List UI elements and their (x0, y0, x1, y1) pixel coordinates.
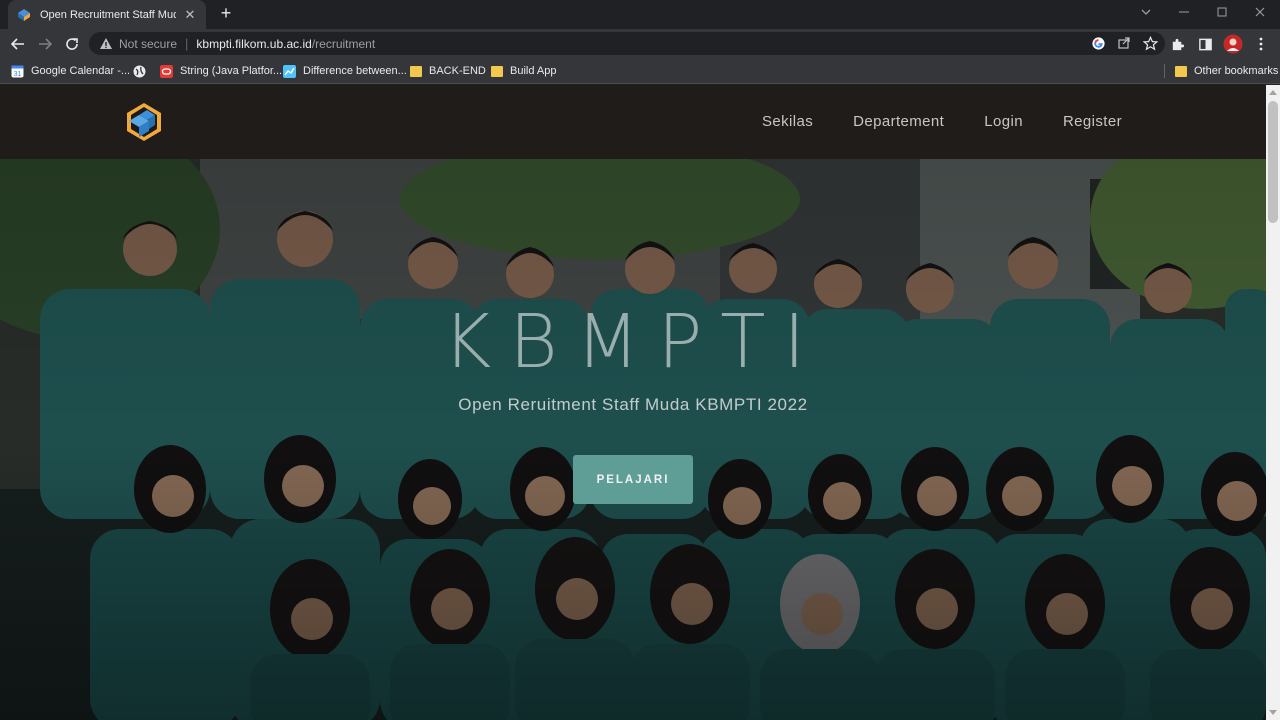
forward-icon[interactable] (34, 33, 56, 55)
tab-strip: Open Recruitment Staff Muda KBMPTI ✕ + (0, 0, 1280, 29)
tab-search-icon[interactable] (1136, 4, 1156, 24)
oracle-icon (160, 64, 173, 78)
page-viewport: Sekilas Departement Login Register KBMPT… (0, 85, 1280, 720)
scroll-down-arrow-icon[interactable] (1266, 706, 1280, 720)
hero-section: KBMPTI Open Reruitment Staff Muda KBMPTI… (0, 159, 1266, 720)
bookmark-folder-build-app[interactable]: Build App (491, 63, 556, 79)
bookmark-label: Build App (510, 65, 557, 77)
share-icon[interactable] (1115, 34, 1133, 52)
tab-title: Open Recruitment Staff Muda KBMPTI (40, 8, 176, 21)
hero-subtitle: Open Reruitment Staff Muda KBMPTI 2022 (458, 395, 808, 414)
extensions-icon[interactable] (1166, 33, 1188, 55)
google-lens-icon[interactable] (1089, 34, 1107, 52)
kbmpti-favicon-icon (18, 8, 30, 21)
reload-icon[interactable] (61, 33, 83, 55)
kbmpti-logo[interactable] (123, 101, 165, 143)
scroll-up-arrow-icon[interactable] (1266, 85, 1280, 99)
bookmark-google-calendar[interactable]: 31 Google Calendar -... (11, 63, 130, 79)
profile-avatar-icon[interactable] (1222, 33, 1244, 55)
nav-login[interactable]: Login (984, 113, 1023, 130)
hero-overlay (0, 159, 1266, 720)
url-separator: | (185, 36, 189, 51)
security-label: Not secure (119, 36, 178, 51)
minimize-icon[interactable] (1174, 4, 1194, 24)
bookmark-label: Google Calendar -... (31, 65, 131, 77)
back-icon[interactable] (7, 33, 29, 55)
site-navbar: Sekilas Departement Login Register (0, 85, 1266, 159)
browser-tab[interactable]: Open Recruitment Staff Muda KBMPTI ✕ (8, 0, 206, 29)
chart-icon (283, 64, 296, 78)
nav-register[interactable]: Register (1063, 113, 1122, 130)
bookmark-label: Difference between... (303, 65, 407, 77)
tab-close-icon[interactable]: ✕ (182, 7, 198, 23)
url-path: /recruitment (311, 36, 376, 51)
bookmark-label: Other bookmarks (1194, 65, 1279, 77)
close-window-icon[interactable] (1250, 4, 1270, 24)
bookmark-star-icon[interactable] (1141, 34, 1159, 52)
globe-icon (133, 65, 146, 77)
url-host: kbmpti.filkom.ub.ac.id (196, 36, 312, 51)
address-bar[interactable]: Not secure | kbmpti.filkom.ub.ac.id/recr… (89, 32, 1165, 55)
bookmark-globe[interactable] (133, 63, 153, 79)
bookmark-label: BACK-END (429, 65, 486, 77)
menu-kebab-icon[interactable] (1250, 33, 1272, 55)
nav-departement[interactable]: Departement (853, 113, 944, 130)
bookmark-label: String (Java Platfor... (180, 65, 283, 77)
bookmark-difference-between[interactable]: Difference between... (283, 63, 407, 79)
pelajari-button[interactable]: PELAJARI (573, 455, 693, 504)
google-calendar-icon: 31 (11, 65, 24, 78)
maximize-icon[interactable] (1212, 4, 1232, 24)
scrollbar-thumb[interactable] (1268, 101, 1278, 223)
main-menu: Sekilas Departement Login Register (762, 113, 1122, 130)
page-scrollbar[interactable] (1266, 85, 1280, 720)
bookmarks-divider (1164, 64, 1165, 78)
folder-icon (491, 65, 503, 77)
bookmark-folder-back-end[interactable]: BACK-END (410, 63, 486, 79)
browser-toolbar: Not secure | kbmpti.filkom.ub.ac.id/recr… (0, 29, 1280, 58)
new-tab-button[interactable]: + (216, 4, 236, 24)
hero-title: KBMPTI (442, 299, 824, 385)
bookmarks-bar: 31 Google Calendar -... String (Java Pla… (0, 58, 1280, 84)
warning-icon (100, 37, 112, 49)
svg-text:31: 31 (14, 71, 22, 78)
folder-icon (1175, 65, 1187, 77)
folder-icon (410, 65, 422, 77)
bookmark-string-java[interactable]: String (Java Platfor... (160, 63, 282, 79)
side-panel-icon[interactable] (1194, 33, 1216, 55)
bookmark-other-bookmarks[interactable]: Other bookmarks (1175, 63, 1278, 79)
nav-sekilas[interactable]: Sekilas (762, 113, 813, 130)
